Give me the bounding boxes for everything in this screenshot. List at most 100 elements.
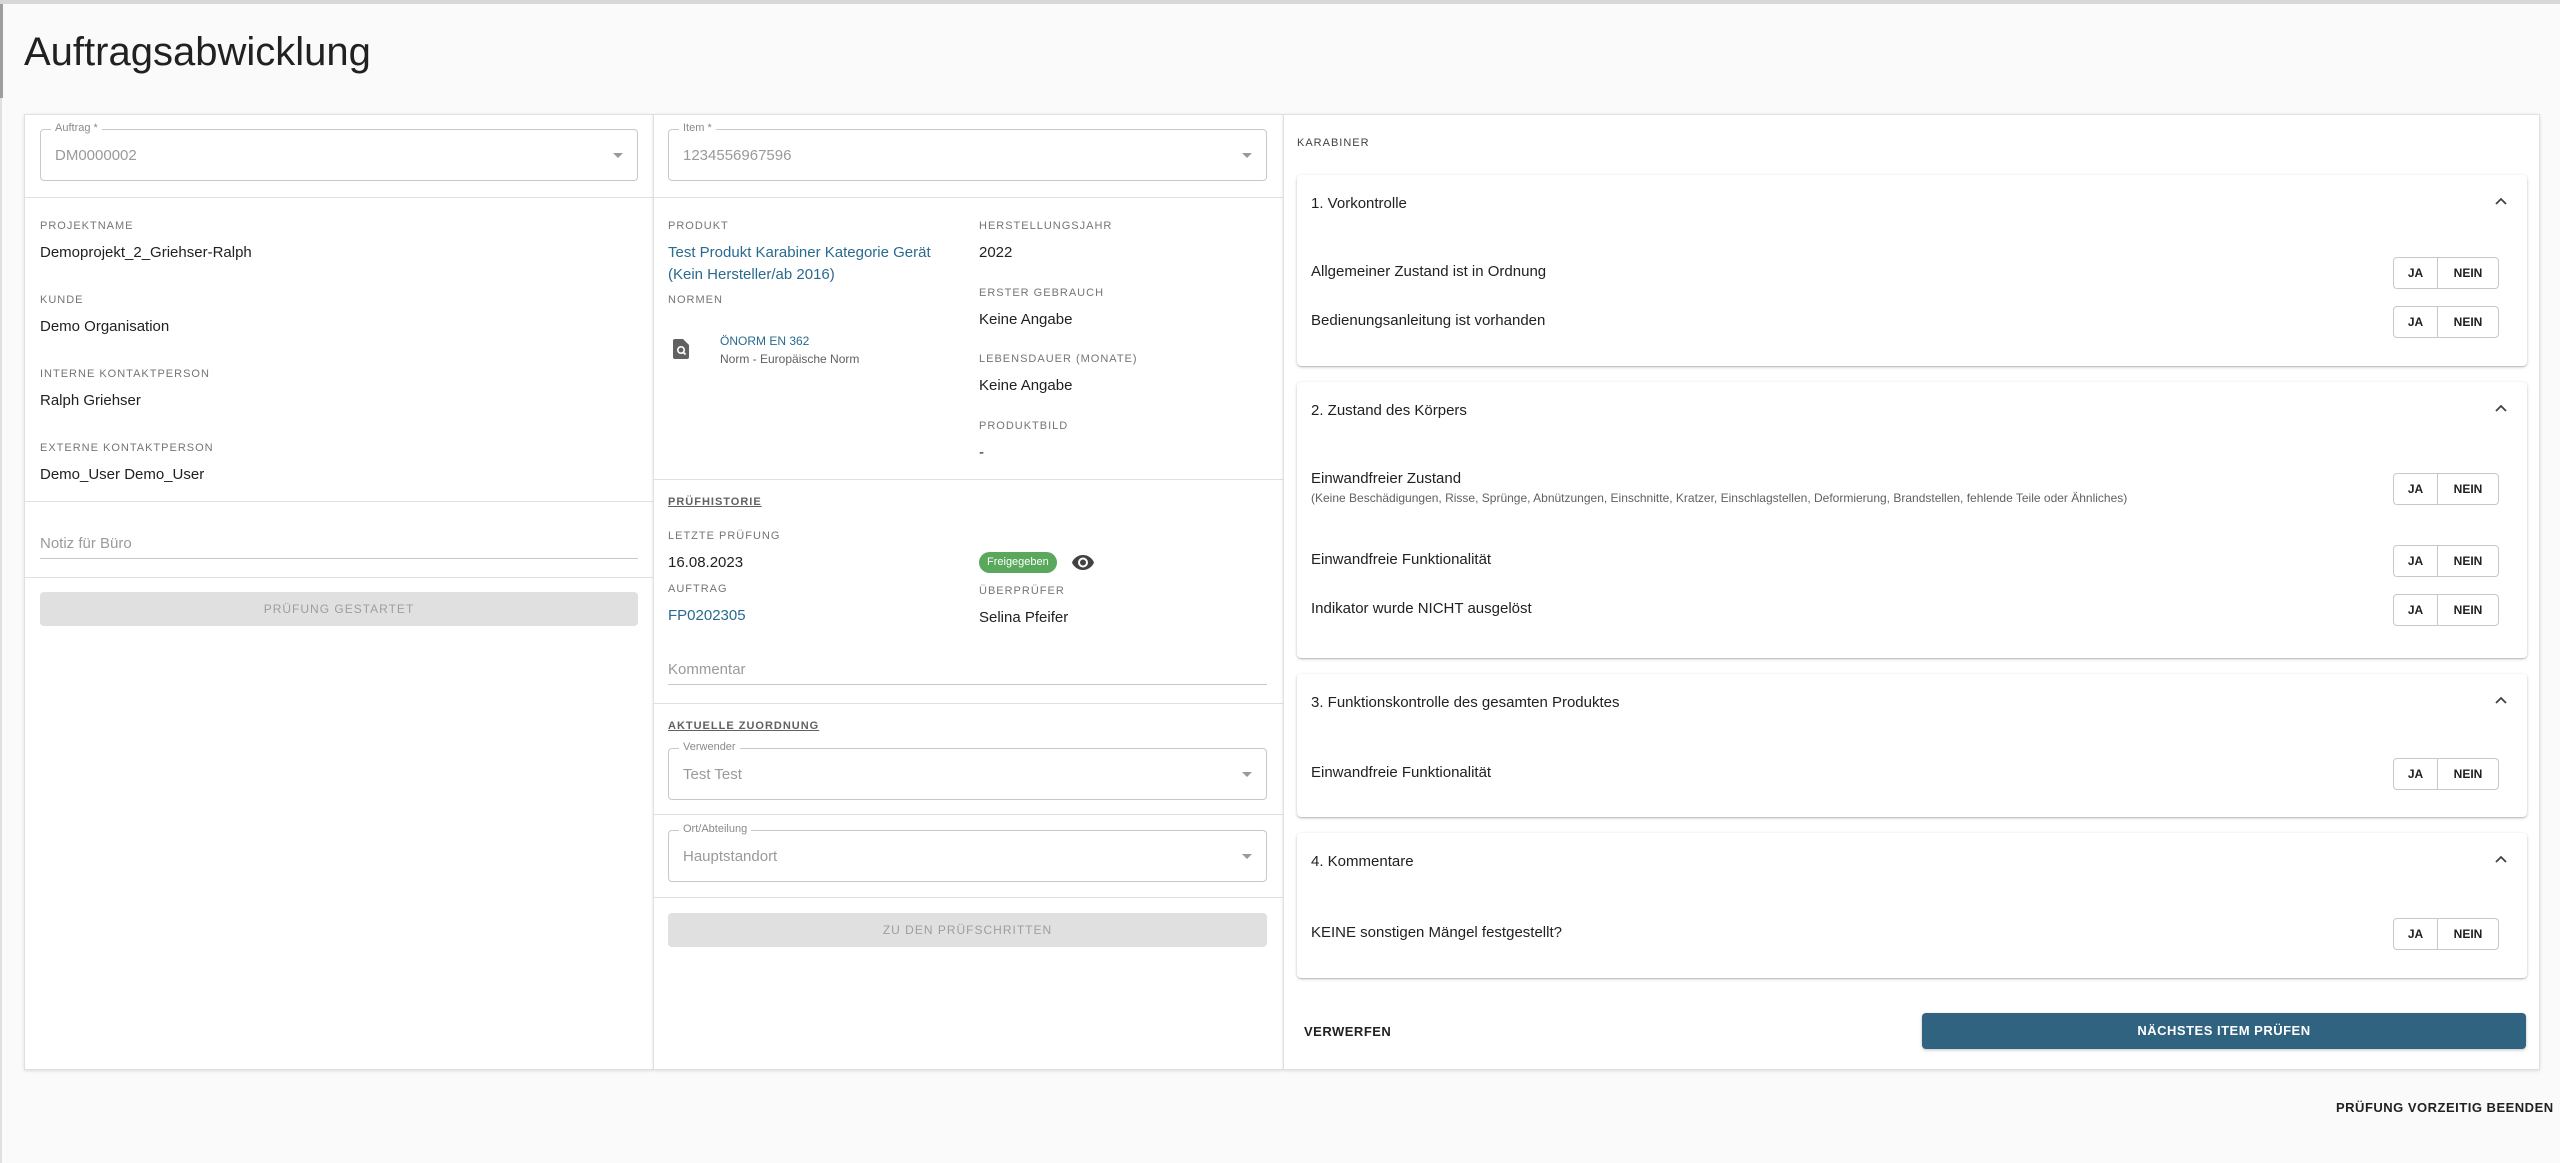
divider [654, 897, 1284, 898]
norm-link[interactable]: ÖNORM EN 362 [720, 334, 809, 348]
ort-abteilung-value: Hauptstandort [683, 848, 778, 865]
question-text: Indikator wurde NICHT ausgelöst [1311, 600, 1532, 617]
kommentar-input[interactable]: Kommentar [668, 661, 1267, 685]
normen-label: NORMEN [668, 294, 723, 306]
auftrag-select[interactable]: Auftrag * DM0000002 [40, 122, 638, 181]
auftrag-link[interactable]: FP0202305 [668, 607, 746, 624]
panel-title: 2. Zustand des Körpers [1311, 402, 1467, 419]
chevron-up-icon[interactable] [2495, 855, 2507, 863]
yes-button[interactable]: JA [2394, 595, 2438, 625]
ort-abteilung-select[interactable]: Ort/Abteilung Hauptstandort [668, 823, 1267, 882]
yes-button[interactable]: JA [2394, 307, 2438, 337]
auftrag-label: AUFTRAG [668, 583, 728, 595]
no-button[interactable]: NEIN [2438, 919, 2498, 949]
item-select[interactable]: Item * 1234556967596 [668, 122, 1267, 181]
panel-funktionskontrolle: 3. Funktionskontrolle des gesamten Produ… [1297, 674, 2527, 817]
lebensdauer-label: LEBENSDAUER (MONATE) [979, 353, 1138, 365]
no-button[interactable]: NEIN [2438, 474, 2498, 504]
divider [654, 197, 1284, 198]
question-text: Einwandfreier Zustand [1311, 470, 1462, 487]
interne-kontaktperson-label: INTERNE KONTAKTPERSON [40, 368, 210, 380]
eye-icon[interactable] [1072, 555, 1094, 570]
yes-no-toggle[interactable]: JA NEIN [2393, 918, 2499, 950]
checklist-title: KARABINER [1297, 137, 1370, 149]
panel-vorkontrolle: 1. Vorkontrolle Allgemeiner Zustand ist … [1297, 175, 2527, 366]
panel-title: 4. Kommentare [1311, 853, 1414, 870]
no-button[interactable]: NEIN [2438, 307, 2498, 337]
ort-abteilung-label: Ort/Abteilung [679, 823, 752, 835]
lebensdauer-value: Keine Angabe [979, 377, 1073, 394]
question-text: Bedienungsanleitung ist vorhanden [1311, 312, 1546, 329]
projektname-label: PROJEKTNAME [40, 220, 134, 232]
page-title: Auftragsabwicklung [24, 30, 371, 74]
yes-button[interactable]: JA [2394, 759, 2438, 789]
yes-no-toggle[interactable]: JA NEIN [2393, 473, 2499, 505]
divider [654, 814, 1284, 815]
verwender-value: Test Test [683, 766, 742, 783]
question-text: Allgemeiner Zustand ist in Ordnung [1311, 263, 1547, 280]
pruefhistorie-heading: PRÜFHISTORIE [668, 496, 762, 508]
erster-gebrauch-value: Keine Angabe [979, 311, 1073, 328]
produkt-link-line2[interactable]: (Kein Hersteller/ab 2016) [668, 266, 835, 283]
chevron-up-icon[interactable] [2495, 197, 2507, 205]
yes-no-toggle[interactable]: JA NEIN [2393, 545, 2499, 577]
ueberpruefer-value: Selina Pfeifer [979, 609, 1069, 626]
auftrag-label: Auftrag * [51, 122, 102, 134]
naechstes-item-pruefen-button[interactable]: NÄCHSTES ITEM PRÜFEN [1922, 1013, 2526, 1049]
pruefung-gestartet-button[interactable]: PRÜFUNG GESTARTET [40, 592, 638, 626]
produkt-link-line1[interactable]: Test Produkt Karabiner Kategorie Gerät [668, 244, 931, 261]
kunde-value: Demo Organisation [40, 318, 170, 335]
chevron-up-icon[interactable] [2495, 696, 2507, 704]
divider [25, 197, 654, 198]
notiz-placeholder: Notiz für Büro [40, 535, 132, 552]
kommentar-placeholder: Kommentar [668, 661, 746, 678]
herstellungsjahr-value: 2022 [979, 244, 1013, 261]
divider [25, 577, 654, 578]
divider [25, 501, 654, 502]
produktbild-value: - [979, 444, 984, 461]
interne-kontaktperson-value: Ralph Griehser [40, 392, 141, 409]
yes-no-toggle[interactable]: JA NEIN [2393, 594, 2499, 626]
question-text: Einwandfreie Funktionalität [1311, 764, 1492, 781]
yes-no-toggle[interactable]: JA NEIN [2393, 306, 2499, 338]
yes-no-toggle[interactable]: JA NEIN [2393, 758, 2499, 790]
chevron-down-icon [613, 153, 623, 158]
question-text: KEINE sonstigen Mängel festgestellt? [1311, 924, 1562, 941]
verwerfen-button[interactable]: VERWERFEN [1304, 1024, 1391, 1039]
letzte-pruefung-label: LETZTE PRÜFUNG [668, 530, 781, 542]
yes-button[interactable]: JA [2394, 919, 2438, 949]
auftrag-value: DM0000002 [55, 147, 137, 164]
yes-button[interactable]: JA [2394, 546, 2438, 576]
yes-no-toggle[interactable]: JA NEIN [2393, 257, 2499, 289]
divider [654, 479, 1284, 480]
pruefung-vorzeitig-beenden-button[interactable]: PRÜFUNG VORZEITIG BEENDEN [2336, 1100, 2554, 1115]
erster-gebrauch-label: ERSTER GEBRAUCH [979, 287, 1105, 299]
item-label: Item * [679, 122, 716, 134]
letzte-pruefung-value: 16.08.2023 [668, 554, 744, 571]
chevron-up-icon[interactable] [2495, 404, 2507, 412]
chevron-down-icon [1242, 772, 1252, 777]
order-card: Auftrag * DM0000002 PROJEKTNAME Demoproj… [24, 114, 654, 1070]
verwender-label: Verwender [679, 741, 740, 753]
externe-kontaktperson-label: EXTERNE KONTAKTPERSON [40, 442, 214, 454]
panel-title: 3. Funktionskontrolle des gesamten Produ… [1311, 694, 1620, 711]
no-button[interactable]: NEIN [2438, 595, 2498, 625]
zu-den-pruefschritten-button[interactable]: ZU DEN PRÜFSCHRITTEN [668, 913, 1267, 947]
no-button[interactable]: NEIN [2438, 546, 2498, 576]
panel-zustand-koerper: 2. Zustand des Körpers Einwandfreier Zus… [1297, 382, 2527, 658]
projektname-value: Demoprojekt_2_Griehser-Ralph [40, 244, 252, 261]
item-card: Item * 1234556967596 PRODUKT Test Produk… [653, 114, 1284, 1070]
ueberpruefer-label: ÜBERPRÜFER [979, 585, 1065, 597]
document-search-icon [673, 339, 689, 359]
yes-button[interactable]: JA [2394, 258, 2438, 288]
chevron-down-icon [1242, 854, 1252, 859]
chevron-down-icon [1242, 153, 1252, 158]
herstellungsjahr-label: HERSTELLUNGSJAHR [979, 220, 1113, 232]
no-button[interactable]: NEIN [2438, 258, 2498, 288]
yes-button[interactable]: JA [2394, 474, 2438, 504]
notiz-input[interactable]: Notiz für Büro [40, 535, 638, 559]
verwender-select[interactable]: Verwender Test Test [668, 741, 1267, 800]
no-button[interactable]: NEIN [2438, 759, 2498, 789]
externe-kontaktperson-value: Demo_User Demo_User [40, 466, 205, 483]
divider [654, 703, 1284, 704]
